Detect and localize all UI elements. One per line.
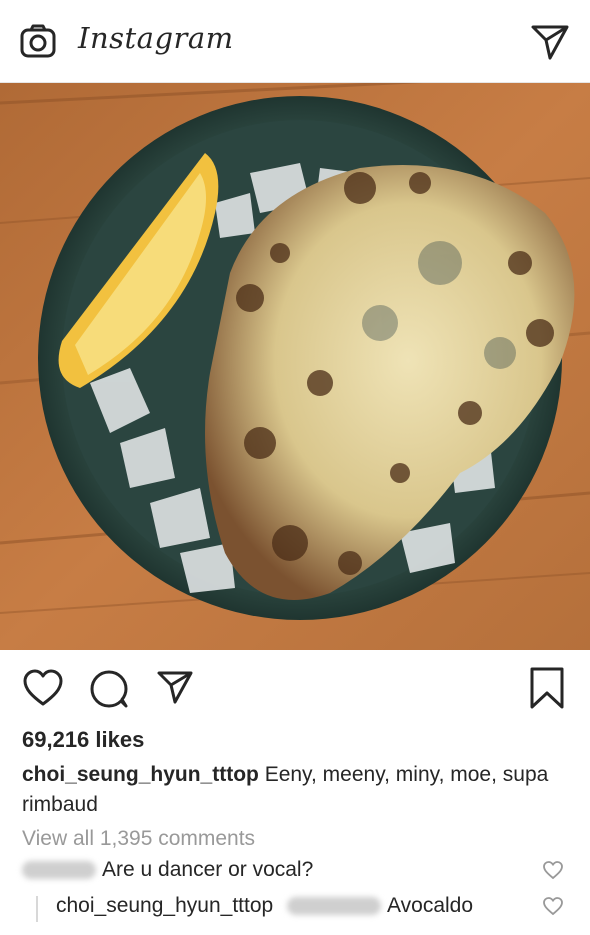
reply-row: choi_seung_hyun_tttop Avocaldo [22, 894, 570, 926]
post-image [0, 83, 590, 650]
likes-count[interactable]: 69,216 likes [22, 727, 144, 753]
post-photo[interactable] [0, 83, 590, 650]
comment-row: Are u dancer or vocal? [22, 858, 570, 890]
redacted-username [22, 861, 96, 880]
reply-text: Avocaldo [387, 894, 474, 917]
top-bar: Instagram [0, 0, 590, 83]
bookmark-icon[interactable] [527, 666, 567, 710]
post-caption: choi_seung_hyun_tttop Eeny, meeny, miny,… [22, 760, 570, 820]
share-icon[interactable] [156, 668, 194, 706]
redacted-mention [287, 897, 382, 916]
reply-indent-line [36, 896, 38, 922]
comment-icon[interactable] [88, 668, 130, 710]
reply-username[interactable]: choi_seung_hyun_tttop [56, 894, 273, 917]
reply-heart-icon[interactable] [542, 896, 564, 916]
comment-heart-icon[interactable] [542, 860, 564, 880]
caption-username[interactable]: choi_seung_hyun_tttop [22, 763, 259, 786]
heart-icon[interactable] [22, 668, 64, 708]
camera-icon[interactable] [20, 24, 56, 60]
comment-text: Are u dancer or vocal? [102, 858, 314, 881]
app-logo: Instagram [78, 21, 234, 55]
direct-message-icon[interactable] [530, 22, 570, 62]
view-all-comments-link[interactable]: View all 1,395 comments [22, 827, 255, 851]
